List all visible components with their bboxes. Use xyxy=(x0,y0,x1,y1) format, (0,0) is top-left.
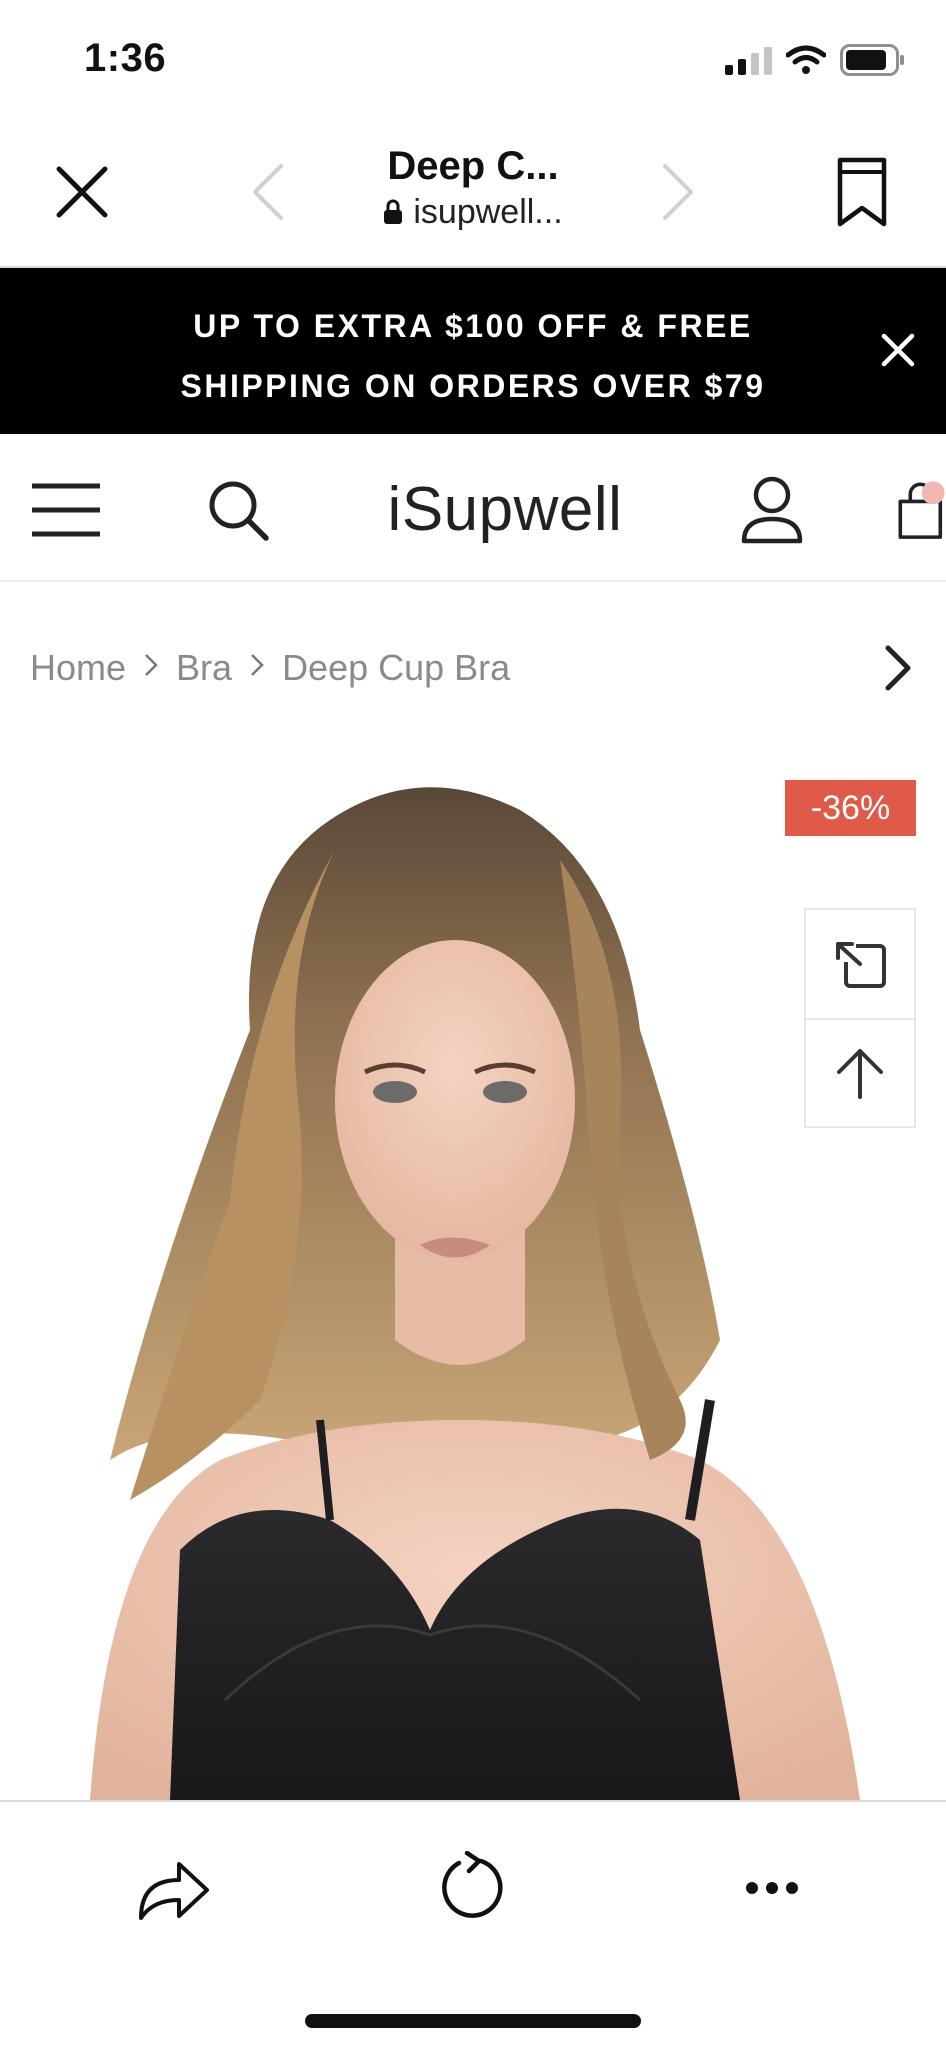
cart-icon xyxy=(898,481,945,539)
chevron-right-icon xyxy=(663,164,693,220)
back-button[interactable] xyxy=(244,160,292,224)
close-icon xyxy=(56,166,108,218)
status-time: 1:36 xyxy=(84,36,167,80)
browser-toolbar: Deep C... isupwell... xyxy=(0,120,946,268)
site-logo[interactable]: iSupwell xyxy=(330,474,680,545)
share-icon xyxy=(139,1862,209,1920)
chevron-right-icon xyxy=(145,654,158,676)
expand-icon xyxy=(834,940,886,988)
share-button[interactable] xyxy=(130,1848,216,1926)
page-url: isupwell... xyxy=(383,190,563,234)
page-url-text: isupwell... xyxy=(413,193,563,231)
chevron-right-icon xyxy=(251,654,264,676)
bookmark-button[interactable] xyxy=(830,154,894,230)
chevron-left-icon xyxy=(253,164,283,220)
bookmark-icon xyxy=(837,157,887,227)
expand-image-button[interactable] xyxy=(806,910,914,1018)
signal-icon xyxy=(725,45,772,75)
status-icons xyxy=(725,40,906,80)
site-header: iSupwell xyxy=(0,434,946,582)
address-area[interactable]: Deep C... isupwell... xyxy=(300,142,646,234)
close-icon xyxy=(881,333,915,367)
close-button[interactable] xyxy=(50,160,114,224)
home-indicator[interactable] xyxy=(305,2014,641,2028)
breadcrumb-separator xyxy=(144,651,158,685)
reload-icon xyxy=(442,1851,503,1918)
arrow-up-icon xyxy=(837,1049,883,1099)
promo-text: UP TO EXTRA $100 OFF & FREE SHIPPING ON … xyxy=(120,296,826,416)
cart-button[interactable] xyxy=(896,468,946,552)
more-button[interactable] xyxy=(740,1862,804,1914)
account-button[interactable] xyxy=(738,472,806,548)
promo-line-1: UP TO EXTRA $100 OFF & FREE xyxy=(193,308,753,344)
breadcrumb-separator xyxy=(250,651,264,685)
wifi-icon xyxy=(786,45,826,74)
menu-icon xyxy=(32,483,100,537)
reload-button[interactable] xyxy=(432,1846,514,1928)
breadcrumb: Home Bra Deep Cup Bra xyxy=(30,640,510,696)
more-icon xyxy=(746,1882,798,1894)
promo-banner: UP TO EXTRA $100 OFF & FREE SHIPPING ON … xyxy=(0,268,946,434)
page-title: Deep C... xyxy=(387,144,559,188)
account-icon xyxy=(741,476,803,544)
promo-line-2: SHIPPING ON ORDERS OVER $79 xyxy=(180,368,766,404)
status-bar: 1:36 xyxy=(0,0,946,120)
lock-icon xyxy=(384,199,403,224)
search-icon xyxy=(209,481,269,541)
discount-badge: -36% xyxy=(785,780,916,836)
breadcrumb-bra[interactable]: Bra xyxy=(176,647,232,689)
next-product-button[interactable] xyxy=(876,638,920,698)
promo-close-button[interactable] xyxy=(872,324,924,376)
menu-button[interactable] xyxy=(28,478,104,542)
chevron-right-icon xyxy=(885,645,911,691)
battery-icon xyxy=(840,44,904,76)
forward-button[interactable] xyxy=(654,160,702,224)
scroll-top-button[interactable] xyxy=(806,1018,914,1126)
breadcrumb-home[interactable]: Home xyxy=(30,647,126,689)
breadcrumb-current: Deep Cup Bra xyxy=(282,647,511,688)
product-image[interactable] xyxy=(0,700,946,1800)
product-gallery[interactable]: -36% xyxy=(0,700,946,1800)
side-tools xyxy=(804,908,916,1128)
search-button[interactable] xyxy=(202,474,274,546)
bottom-toolbar xyxy=(0,1800,946,2048)
